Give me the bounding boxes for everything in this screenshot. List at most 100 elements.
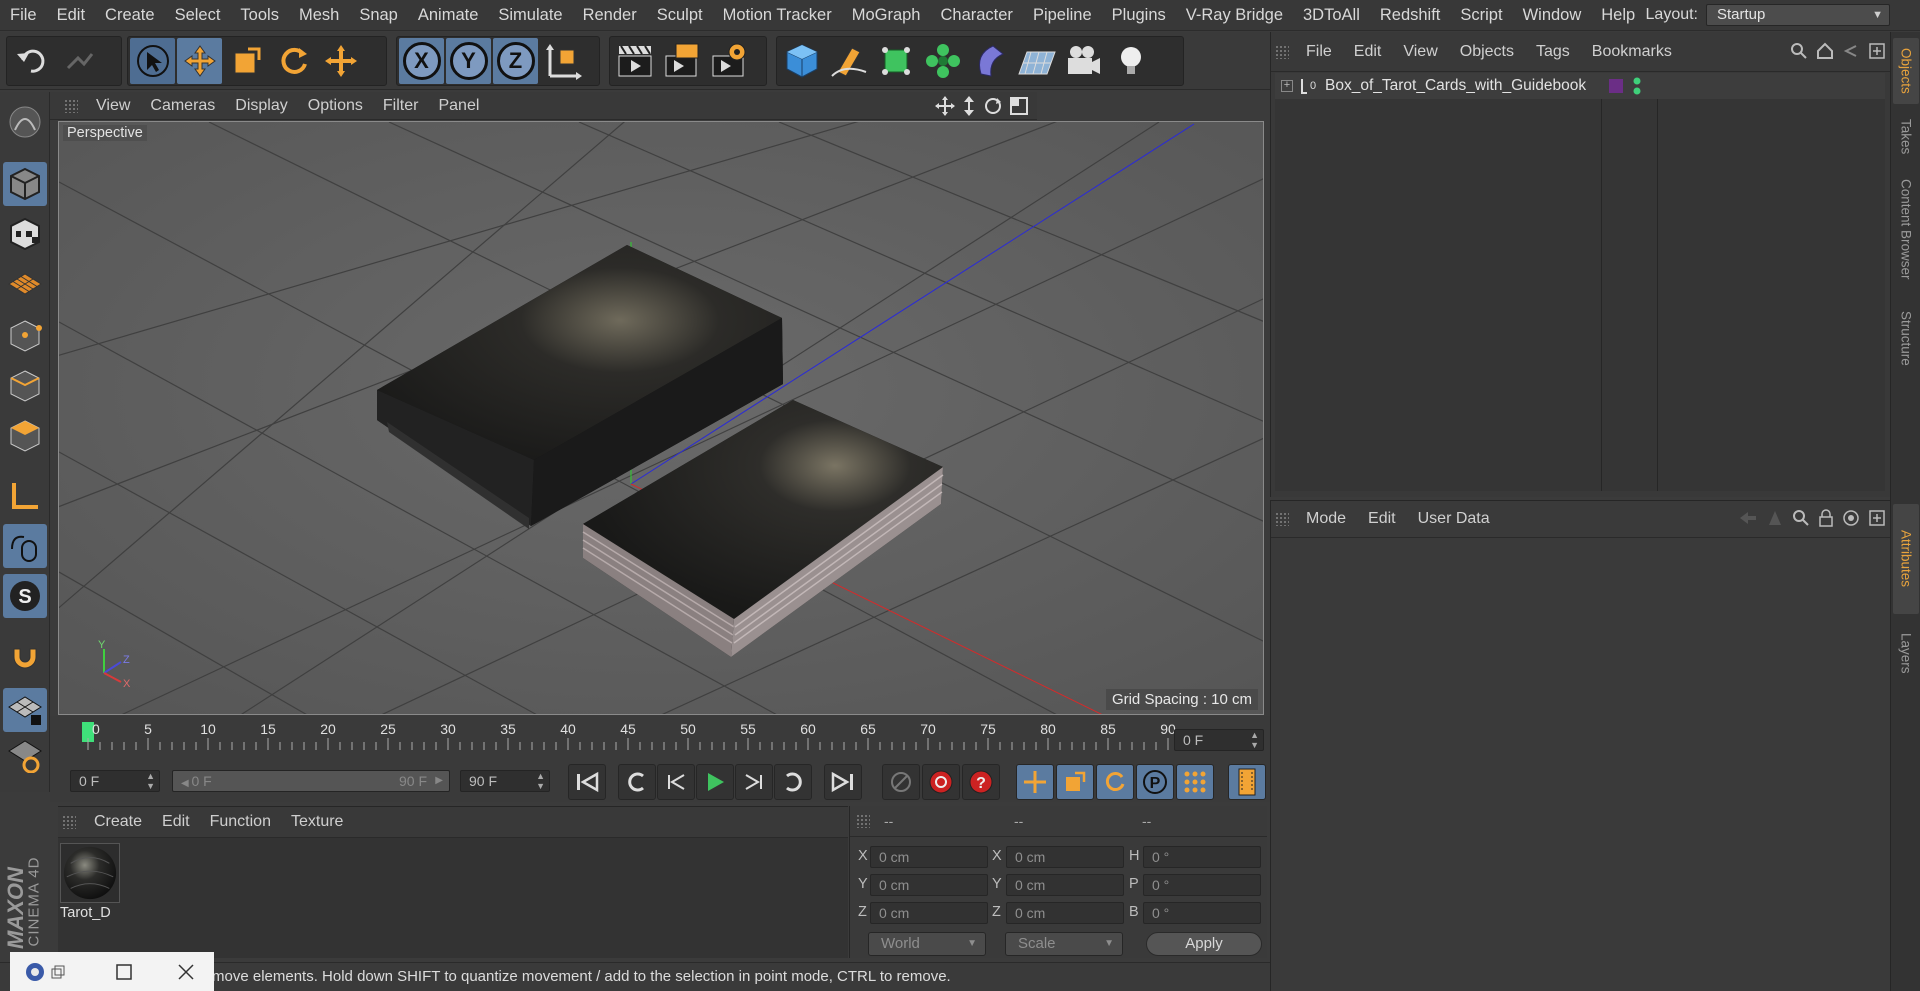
layout-dropdown[interactable]: Startup ▼ (1706, 4, 1890, 26)
polygons-mode-button[interactable] (3, 414, 47, 458)
timeline-ticks[interactable]: 0 5 10 15 20 25 30 35 40 45 50 55 60 65 70 75 80 85 90 (50, 716, 1270, 760)
pan-view-icon[interactable] (935, 96, 955, 116)
mograph-cloner-button[interactable] (920, 38, 965, 84)
previous-key-button[interactable] (618, 764, 656, 800)
new-panel-icon[interactable] (1868, 509, 1886, 527)
search-icon[interactable] (1792, 509, 1810, 527)
select-tool-button[interactable] (130, 38, 175, 84)
layer-color-swatch[interactable] (1609, 79, 1623, 93)
render-view-button[interactable] (612, 38, 657, 84)
x-axis-lock-button[interactable]: X (399, 38, 444, 84)
menu-sculpt[interactable]: Sculpt (647, 6, 713, 25)
tab-structure[interactable]: Structure (1893, 296, 1919, 380)
viewport-menu-filter[interactable]: Filter (373, 97, 429, 115)
position-z-field[interactable]: 0 cm (870, 902, 988, 924)
render-settings-button[interactable] (706, 38, 751, 84)
menu-plugins[interactable]: Plugins (1102, 6, 1176, 25)
menu-mograph[interactable]: MoGraph (842, 6, 931, 25)
camera-object-button[interactable] (1061, 38, 1106, 84)
size-z-field[interactable]: 0 cm (1006, 902, 1124, 924)
attribute-menu-edit[interactable]: Edit (1357, 510, 1407, 528)
attribute-menu-user-data[interactable]: User Data (1407, 510, 1501, 528)
object-menu-tags[interactable]: Tags (1525, 43, 1581, 61)
orbit-view-icon[interactable] (983, 96, 1003, 116)
live-selection-button[interactable] (318, 38, 363, 84)
move-tool-button[interactable] (177, 38, 222, 84)
menu-help[interactable]: Help (1591, 6, 1645, 25)
workplane-lock-button[interactable] (3, 688, 47, 732)
object-row[interactable]: + 0 Box_of_Tarot_Cards_with_Guidebook (1275, 73, 1885, 99)
tab-takes[interactable]: Takes (1893, 112, 1919, 162)
menu-render[interactable]: Render (573, 6, 647, 25)
start-frame-field[interactable]: 0 F ▲ ▼ (70, 770, 160, 792)
record-active-objects-button[interactable] (922, 764, 960, 800)
object-list[interactable]: + 0 Box_of_Tarot_Cards_with_Guidebook (1275, 73, 1885, 491)
spinner-arrows-icon[interactable]: ▲ ▼ (536, 771, 545, 791)
coordinate-mode-dropdown[interactable]: World ▼ (868, 932, 986, 956)
perspective-viewport[interactable]: Y Z X Perspective Grid Spacing : 10 cm (58, 121, 1264, 715)
tab-content-browser[interactable]: Content Browser (1893, 170, 1919, 288)
texture-mode-button[interactable] (3, 212, 47, 256)
timeline-ruler[interactable]: 0 5 10 15 20 25 30 35 40 45 50 55 60 65 70 75 80 85 90 0 F… (50, 716, 1270, 760)
menu-file[interactable]: File (0, 6, 47, 25)
menu-tools[interactable]: Tools (230, 6, 289, 25)
menu-mesh[interactable]: Mesh (289, 6, 349, 25)
size-y-field[interactable]: 0 cm (1006, 874, 1124, 896)
keyframe-selection-button[interactable] (882, 764, 920, 800)
panel-grip-icon[interactable] (62, 815, 76, 829)
maximize-view-icon[interactable] (1009, 96, 1029, 116)
scale-tool-button[interactable] (224, 38, 269, 84)
tab-layers[interactable]: Layers (1893, 622, 1919, 684)
rotation-b-field[interactable]: 0 ° (1143, 902, 1261, 924)
material-menu-edit[interactable]: Edit (152, 813, 200, 831)
light-object-button[interactable] (1108, 38, 1153, 84)
back-icon[interactable] (1842, 42, 1860, 60)
frame-range-slider[interactable]: ◀ 0 F 90 F ▶ (172, 770, 450, 792)
search-icon[interactable] (1790, 42, 1808, 60)
tab-attributes[interactable]: Attributes (1893, 504, 1919, 614)
app-icon[interactable] (24, 961, 46, 983)
material-menu-create[interactable]: Create (84, 813, 152, 831)
play-forward-button[interactable] (696, 764, 734, 800)
home-icon[interactable] (1816, 42, 1834, 60)
pen-spline-button[interactable] (826, 38, 871, 84)
spinner-arrows-icon[interactable]: ▲ ▼ (146, 771, 155, 791)
make-editable-button[interactable] (3, 100, 47, 144)
size-mode-dropdown[interactable]: Scale ▼ (1005, 932, 1123, 956)
range-right-arrow-icon[interactable]: ▶ (435, 771, 443, 791)
panel-grip-icon[interactable] (1275, 512, 1289, 526)
target-icon[interactable] (1842, 509, 1860, 527)
menu-motion-tracker[interactable]: Motion Tracker (713, 6, 842, 25)
object-menu-view[interactable]: View (1392, 43, 1448, 61)
object-menu-file[interactable]: File (1295, 43, 1343, 61)
viewport-menu-display[interactable]: Display (225, 97, 297, 115)
zoom-view-icon[interactable] (961, 96, 977, 116)
menu-create[interactable]: Create (95, 6, 165, 25)
points-mode-button[interactable] (3, 314, 47, 358)
position-y-field[interactable]: 0 cm (870, 874, 988, 896)
attribute-menu-mode[interactable]: Mode (1295, 510, 1357, 528)
expand-toggle-icon[interactable]: + (1281, 80, 1293, 92)
timeline-window-button[interactable] (1228, 764, 1266, 800)
menu-edit[interactable]: Edit (47, 6, 95, 25)
visibility-dots-icon[interactable] (1631, 75, 1643, 97)
viewport-menu-panel[interactable]: Panel (428, 97, 489, 115)
object-menu-edit[interactable]: Edit (1343, 43, 1393, 61)
restore-icon[interactable] (50, 964, 66, 980)
coordinate-system-button[interactable] (540, 38, 585, 84)
panel-grip-icon[interactable] (856, 814, 870, 828)
material-menu-function[interactable]: Function (200, 813, 281, 831)
solo-mode-button[interactable]: S (3, 574, 47, 618)
menu-window[interactable]: Window (1513, 6, 1592, 25)
z-axis-lock-button[interactable]: Z (493, 38, 538, 84)
go-to-end-button[interactable] (824, 764, 862, 800)
render-to-picture-viewer-button[interactable] (659, 38, 704, 84)
undo-button[interactable] (9, 38, 54, 84)
lock-icon[interactable] (1818, 509, 1834, 527)
maximize-icon[interactable] (116, 963, 132, 980)
back-arrow-icon[interactable] (1738, 509, 1758, 527)
locked-workplane-button[interactable] (3, 734, 47, 778)
menu-select[interactable]: Select (165, 6, 231, 25)
viewport-scene[interactable]: Y Z X (59, 122, 1264, 715)
position-x-field[interactable]: 0 cm (870, 846, 988, 868)
